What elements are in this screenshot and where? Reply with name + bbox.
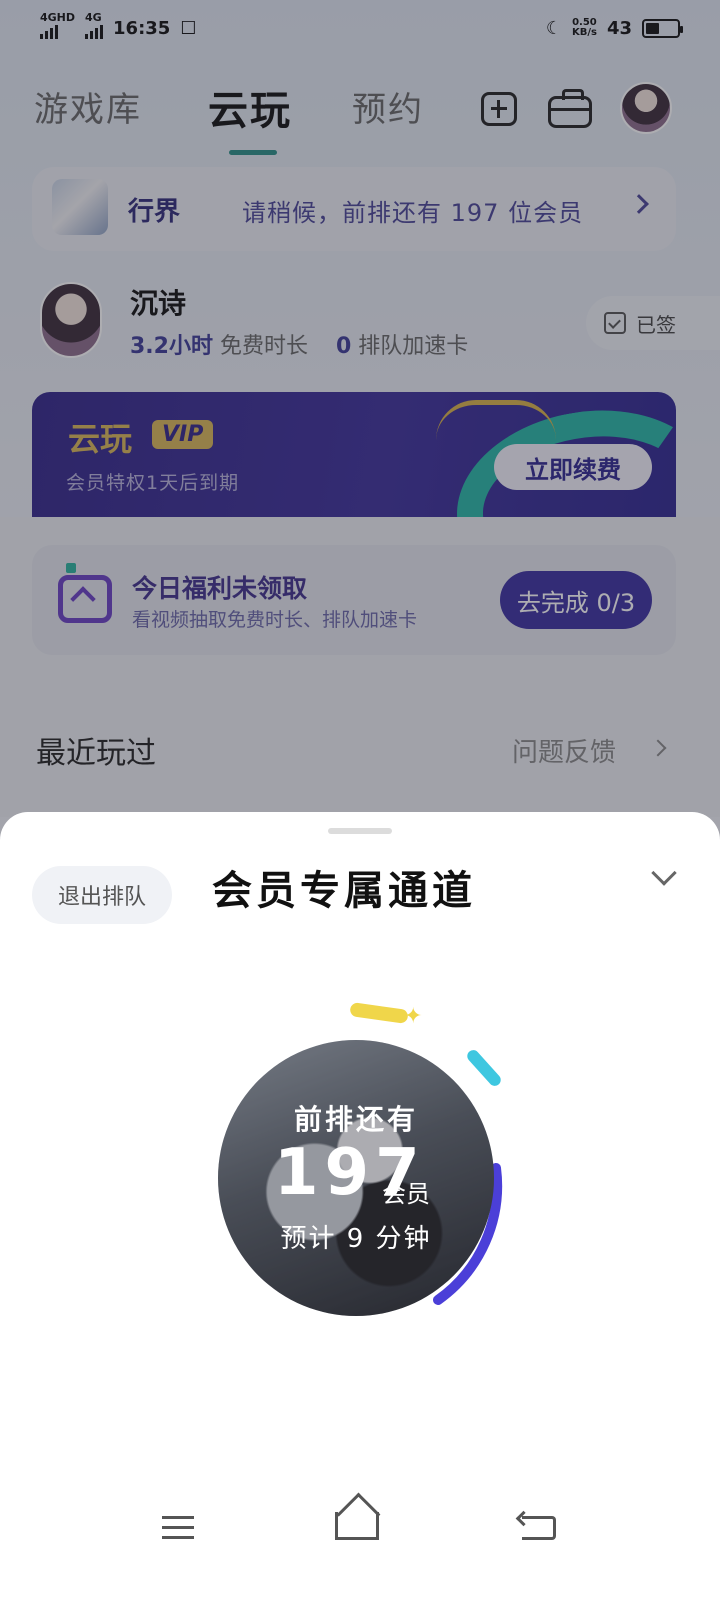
ring-unit: 会员: [382, 1180, 430, 1208]
back-icon[interactable]: [522, 1516, 556, 1540]
menu-icon[interactable]: [162, 1516, 194, 1540]
ring-eta: 预计 9 分钟: [280, 1224, 432, 1254]
ring-label: 前排还有: [293, 1103, 418, 1136]
star-icon: ✦: [404, 1004, 423, 1029]
system-nav-bar: [0, 1490, 720, 1570]
queue-ring: 前排还有 197 会员 预计 9 分钟: [218, 1040, 494, 1316]
sheet-title: 会员专属通道: [212, 868, 476, 914]
sheet-drag-handle[interactable]: [328, 828, 392, 834]
home-icon[interactable]: [335, 1512, 379, 1540]
exit-queue-button[interactable]: 退出排队: [32, 866, 172, 924]
chevron-down-icon[interactable]: [651, 860, 677, 886]
